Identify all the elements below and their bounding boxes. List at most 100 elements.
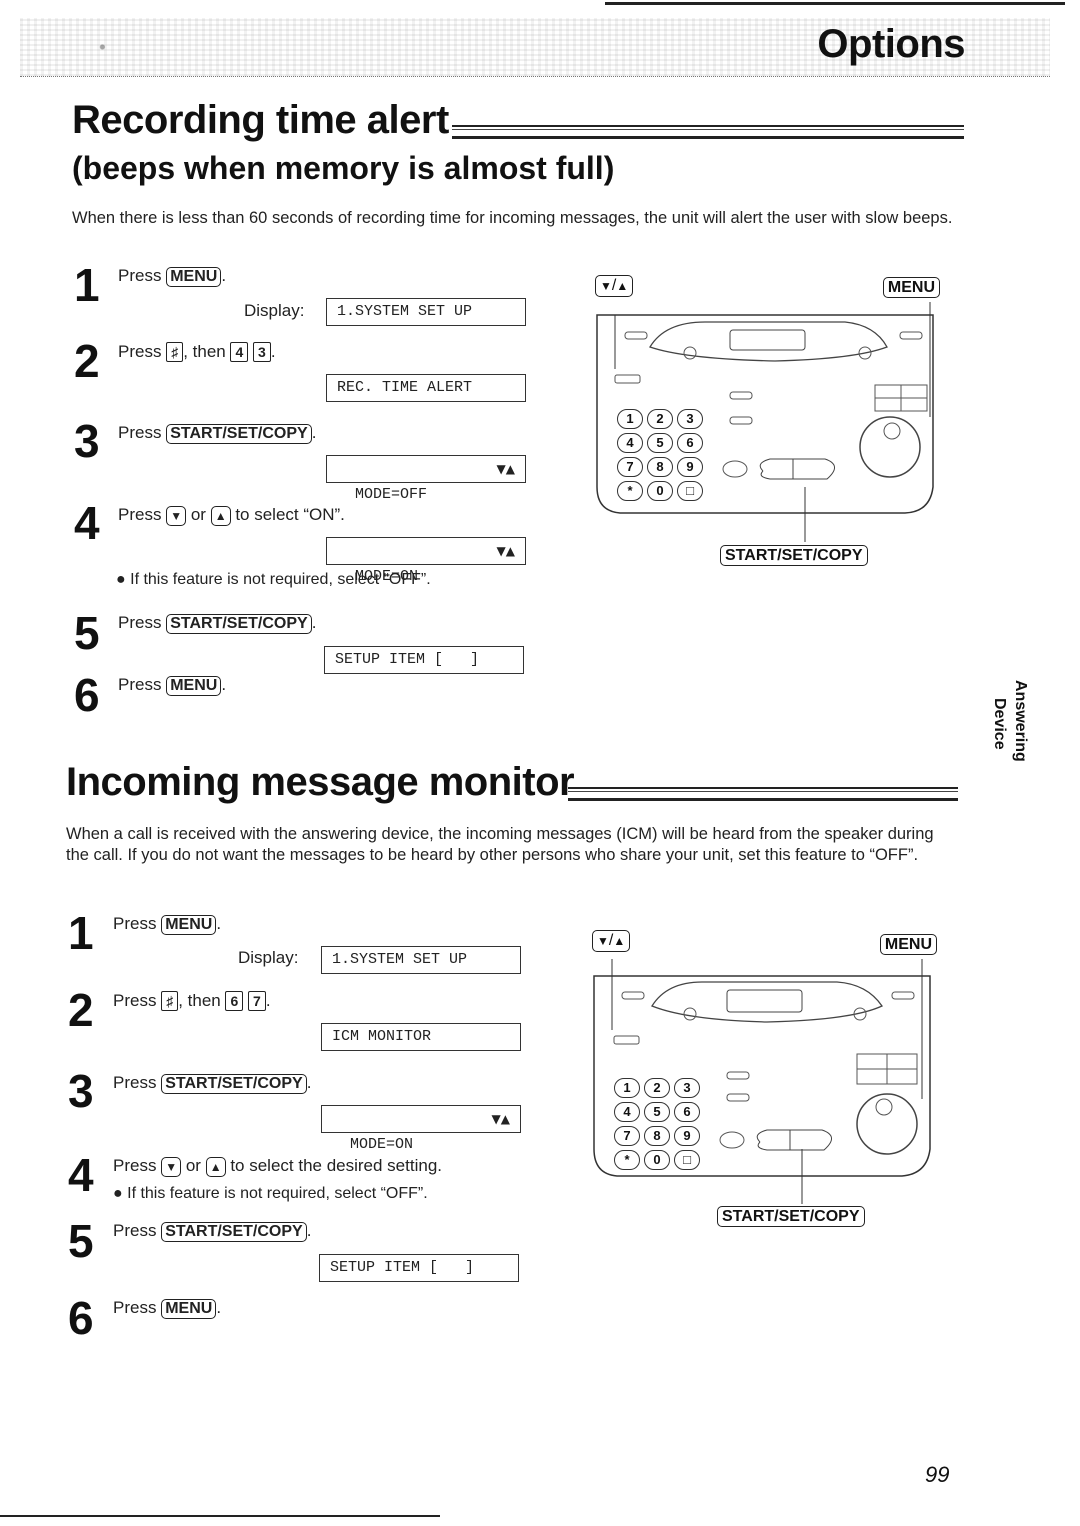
bottom-rule [0,1515,440,1517]
keypad-key: * [614,1150,640,1170]
section-title-recording-time-alert: Recording time alert [72,98,449,142]
start-set-copy-key-label: START/SET/COPY [717,1206,865,1227]
step-number: 6 [74,669,100,721]
step-number: 1 [68,907,94,959]
keypad-key: 7 [614,1126,640,1146]
bullet-icon: ● [113,1185,123,1202]
header-title: Options [817,22,965,66]
step-instruction: Press ♯, then 4 3. [118,342,276,362]
lcd-display: REC. TIME ALERT [326,374,526,402]
down-arrow-icon: ▼ [600,279,612,293]
start-set-copy-key: START/SET/COPY [161,1074,307,1094]
fax-control-panel-illustration: ▼/▲ MENU START/SET/COPY 1 2 3 4 5 6 7 8 9 * 0 □ [595,275,940,570]
step-instruction: Press MENU. [113,1298,221,1319]
lcd-display: 1.SYSTEM SET UP [321,946,521,974]
section-intro: When there is less than 60 seconds of re… [72,209,953,227]
step-suffix: to select the desired setting. [230,1156,442,1175]
keypad-key: 6 [674,1102,700,1122]
lcd-display: MODE=OFF ▼▲ [326,455,526,503]
digit-key: 3 [253,342,271,362]
up-arrow-icon: ▲ [613,934,626,948]
keypad-key: 2 [647,409,673,429]
step-number: 3 [74,415,100,467]
start-set-copy-key: START/SET/COPY [166,614,312,634]
press-label: Press [113,1156,157,1175]
lcd-display: MODE=ON ▼▲ [326,537,526,585]
down-arrow-icon: ▼ [597,934,609,948]
step-instruction: Press MENU. [113,914,221,935]
step-instruction: Press ♯, then 6 7. [113,991,271,1011]
menu-key: MENU [161,915,217,935]
press-label: Press [118,613,162,632]
period: . [221,266,227,285]
keypad-key: 6 [677,433,703,453]
menu-key: MENU [161,1299,217,1319]
step-number: 4 [74,497,100,549]
lcd-text: MODE=ON [350,1136,414,1153]
keypad-key: 2 [644,1078,670,1098]
period: . [306,1073,312,1092]
down-up-keys-label: ▼/▲ [595,275,634,297]
press-label: Press [118,342,162,361]
keypad-key: 9 [674,1126,700,1146]
bullet-icon: ● [116,571,126,588]
then-label: , then [183,342,226,361]
press-label: Press [113,1221,157,1240]
step-instruction: Press ▼ or ▲ to select “ON”. [118,505,345,526]
press-label: Press [118,505,162,524]
keypad-key: 3 [674,1078,700,1098]
keypad-key: 5 [644,1102,670,1122]
fax-control-panel-illustration: ▼/▲ MENU START/SET/COPY 1 2 3 4 5 6 7 8 9 * 0 □ [592,930,937,1230]
menu-key-label: MENU [882,277,940,298]
up-arrow-key: ▲ [205,1157,226,1177]
section-rule [568,787,958,801]
bullet-note: ● If this feature is not required, selec… [116,571,431,589]
keypad-key: □ [674,1150,700,1170]
keypad-key: □ [677,481,703,501]
lcd-display: 1.SYSTEM SET UP [326,298,526,326]
menu-key: MENU [166,267,222,287]
press-label: Press [118,423,162,442]
period: . [311,613,317,632]
press-label: Press [113,914,157,933]
keypad-key: 0 [647,481,673,501]
press-label: Press [118,675,162,694]
step-suffix: to select “ON”. [235,505,345,524]
lcd-display: MODE=ON ▼▲ [321,1105,521,1153]
or-label: or [185,1156,201,1175]
period: . [216,1298,222,1317]
step-number: 3 [68,1065,94,1117]
lcd-text: MODE=OFF [355,486,428,503]
side-tab-line1: Answering [1012,680,1029,762]
step-number: 1 [74,259,100,311]
keypad-key: 4 [617,433,643,453]
press-label: Press [113,1073,157,1092]
up-arrow-key: ▲ [210,506,231,526]
lcd-display: SETUP ITEM [ ] [324,646,524,674]
section-title-incoming-message-monitor: Incoming message monitor [66,760,575,804]
period: . [265,991,271,1010]
section-intro: When a call is received with the answeri… [66,825,934,864]
step-instruction: Press START/SET/COPY. [113,1073,311,1094]
bullet-note: ● If this feature is not required, selec… [113,1185,428,1203]
hash-key: ♯ [161,991,179,1011]
down-arrow-key: ▼ [161,1157,182,1177]
step-number: 4 [68,1149,94,1201]
step-instruction: Press MENU. [118,266,226,287]
digit-key: 7 [248,991,266,1011]
down-up-arrows-icon: ▼▲ [496,462,515,476]
start-set-copy-key: START/SET/COPY [161,1222,307,1242]
display-label: Display: [238,948,299,967]
down-up-keys-label: ▼/▲ [592,930,631,952]
press-label: Press [118,266,162,285]
then-label: , then [178,991,221,1010]
period: . [221,675,227,694]
keypad-key: 7 [617,457,643,477]
side-tab: Answering Device [985,680,1045,790]
page-number: 99 [925,1462,950,1487]
down-up-arrows-icon: ▼▲ [496,544,515,558]
note-text: If this feature is not required, select … [130,571,431,588]
side-tab-line2: Device [991,698,1008,750]
step-number: 5 [74,607,100,659]
down-up-arrows-icon: ▼▲ [491,1112,510,1126]
